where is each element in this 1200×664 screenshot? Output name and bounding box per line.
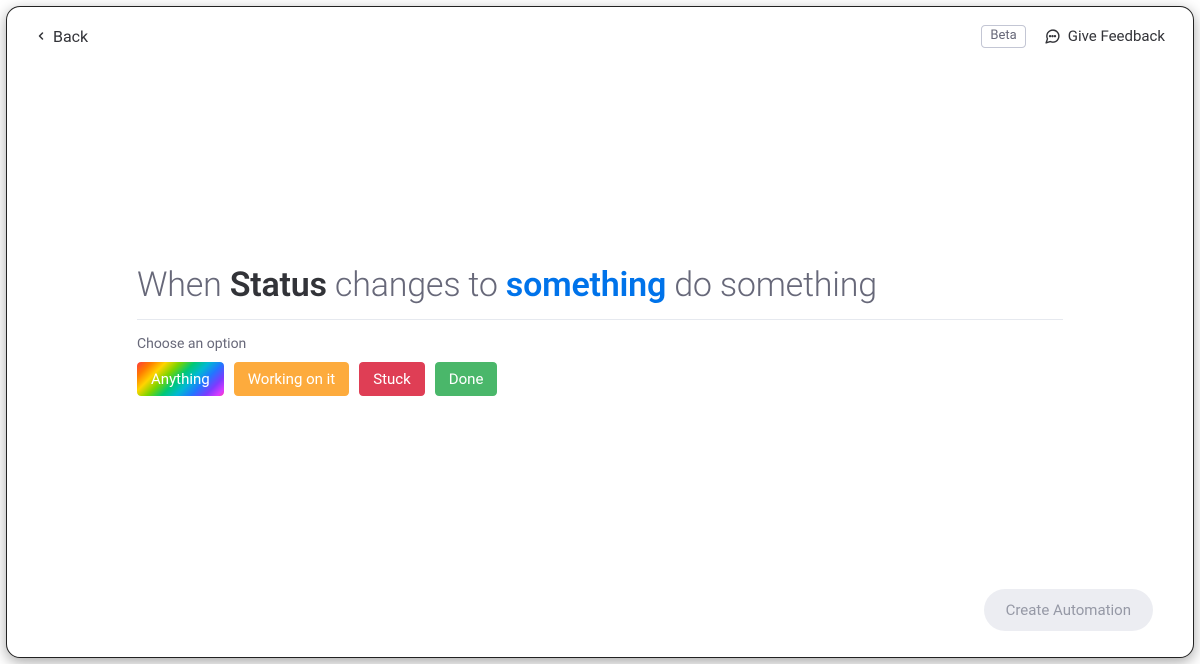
options-row: Anything Working on it Stuck Done [137,362,1063,396]
automation-sentence: When Status changes to something do some… [137,265,1063,320]
automation-content: When Status changes to something do some… [137,265,1063,396]
header-right: Beta Give Feedback [981,25,1165,48]
sentence-suffix: do something [666,265,877,305]
option-anything-button[interactable]: Anything [137,362,224,396]
dialog-frame: Back Beta Give Feedback When Status chan… [6,6,1194,658]
create-automation-button[interactable]: Create Automation [984,589,1153,631]
back-label: Back [53,27,88,46]
sentence-column[interactable]: Status [230,265,327,305]
option-stuck-button[interactable]: Stuck [359,362,425,396]
sentence-target[interactable]: something [506,265,666,305]
feedback-icon [1044,28,1061,45]
option-done-button[interactable]: Done [435,362,498,396]
sentence-prefix: When [137,265,230,305]
sentence-middle: changes to [327,265,506,305]
beta-badge: Beta [981,25,1025,48]
option-working-button[interactable]: Working on it [234,362,350,396]
header: Back Beta Give Feedback [7,7,1193,48]
choose-option-label: Choose an option [137,336,1063,352]
give-feedback-button[interactable]: Give Feedback [1044,27,1165,45]
feedback-label: Give Feedback [1068,27,1165,45]
back-button[interactable]: Back [35,27,88,46]
chevron-left-icon [35,30,47,42]
